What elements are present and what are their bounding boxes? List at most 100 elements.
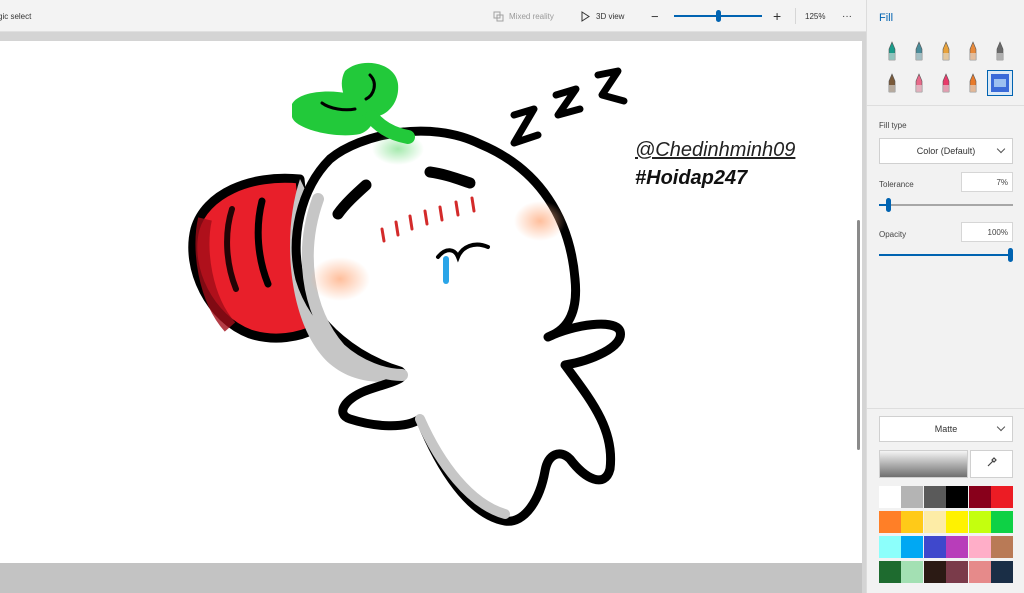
crayon-icon: [942, 73, 950, 93]
watermark-handle: @Chedinhminh09: [635, 139, 796, 161]
zoom-level-label: 125%: [805, 11, 826, 21]
tolerance-label: Tolerance: [879, 180, 914, 189]
color-swatch[interactable]: [968, 511, 991, 533]
color-swatch[interactable]: [946, 536, 969, 558]
zoom-level[interactable]: 125%: [805, 0, 825, 32]
brush-pencil[interactable]: [879, 70, 905, 96]
color-swatch[interactable]: [923, 536, 946, 558]
tolerance-input[interactable]: 7%: [961, 172, 1013, 192]
brush-crayon[interactable]: [933, 70, 959, 96]
chevron-down-icon: [996, 422, 1006, 432]
color-swatch[interactable]: [968, 486, 991, 508]
pen-icon: [915, 41, 923, 61]
blush-left: [310, 257, 370, 301]
opacity-slider[interactable]: [879, 248, 1013, 262]
fill-bucket-icon: [991, 74, 1009, 92]
color-swatch[interactable]: [923, 561, 946, 583]
mixed-reality-button[interactable]: Mixed reality: [493, 0, 554, 32]
zoom-in-button[interactable]: +: [773, 0, 781, 32]
color-swatch[interactable]: [968, 536, 991, 558]
pixel-pen-icon: [996, 41, 1004, 61]
vertical-scrollbar[interactable]: [857, 220, 860, 450]
color-swatch[interactable]: [991, 561, 1013, 583]
opacity-value: 100%: [987, 227, 1008, 237]
eraser-icon: [915, 73, 923, 93]
color-swatch[interactable]: [879, 511, 901, 533]
zoom-slider[interactable]: [674, 10, 762, 22]
canvas-area: @Chedinhminh09 #Hoidap247: [0, 32, 866, 593]
opacity-slider-fill: [879, 254, 1013, 256]
tolerance-value: 7%: [996, 177, 1008, 187]
color-swatch[interactable]: [901, 561, 924, 583]
oil-brush-icon: [942, 41, 950, 61]
view-3d-icon: [580, 10, 591, 22]
color-swatch[interactable]: [879, 561, 901, 583]
brush-spray-can[interactable]: [960, 70, 986, 96]
panel-divider: [867, 105, 1024, 106]
color-preview[interactable]: [879, 450, 968, 478]
color-swatch[interactable]: [991, 511, 1013, 533]
top-toolbar: gic select Mixed reality 3D view − + 125…: [0, 0, 866, 32]
finish-dropdown[interactable]: Matte: [879, 416, 1013, 442]
mixed-reality-label: Mixed reality: [509, 11, 554, 21]
brush-oil-brush[interactable]: [933, 38, 959, 64]
opacity-input[interactable]: 100%: [961, 222, 1013, 242]
zoom-out-label: −: [651, 8, 659, 24]
more-options-icon: ···: [842, 10, 852, 22]
color-swatch[interactable]: [991, 486, 1013, 508]
brush-eraser[interactable]: [906, 70, 932, 96]
toolbar-divider: [795, 8, 796, 24]
brush-calligraphy-pen[interactable]: [879, 38, 905, 64]
eyedropper-button[interactable]: [970, 450, 1013, 478]
ghost-body: [291, 126, 625, 526]
color-swatch[interactable]: [946, 511, 969, 533]
magic-select-label: gic select: [0, 11, 32, 21]
canvas-bottom-margin: [0, 563, 862, 593]
zoom-out-button[interactable]: −: [651, 0, 659, 32]
calligraphy-pen-icon: [888, 41, 896, 61]
brush-pixel-pen[interactable]: [987, 38, 1013, 64]
color-swatch[interactable]: [879, 536, 901, 558]
color-swatch[interactable]: [923, 486, 946, 508]
pencil-icon: [888, 73, 896, 93]
color-swatch[interactable]: [879, 486, 901, 508]
color-swatch[interactable]: [968, 561, 991, 583]
watermark-hashtag: #Hoidap247: [635, 167, 748, 189]
panel-title: Fill: [879, 12, 894, 24]
panel-divider-2: [867, 408, 1024, 409]
color-swatch[interactable]: [901, 536, 924, 558]
drawing-canvas[interactable]: @Chedinhminh09 #Hoidap247: [0, 41, 862, 563]
eyedropper-icon: [986, 455, 998, 473]
brush-watercolor[interactable]: [960, 38, 986, 64]
blush-right: [514, 201, 566, 241]
zoom-in-label: +: [773, 8, 782, 24]
brush-pen[interactable]: [906, 38, 932, 64]
color-swatch[interactable]: [946, 561, 969, 583]
opacity-label: Opacity: [879, 230, 907, 239]
color-swatch[interactable]: [923, 511, 946, 533]
view-3d-button[interactable]: 3D view: [580, 0, 624, 32]
color-swatch[interactable]: [991, 536, 1013, 558]
watercolor-icon: [969, 41, 977, 61]
color-swatch[interactable]: [946, 486, 969, 508]
spray-can-icon: [969, 73, 977, 93]
brush-fill-bucket[interactable]: [987, 70, 1013, 96]
color-swatch[interactable]: [901, 486, 924, 508]
opacity-slider-thumb[interactable]: [1008, 248, 1013, 262]
tolerance-slider[interactable]: [879, 198, 1013, 212]
view-3d-label: 3D view: [596, 11, 625, 21]
finish-value: Matte: [934, 424, 958, 434]
color-swatch[interactable]: [901, 511, 924, 533]
fill-type-label: Fill type: [879, 121, 907, 130]
magic-select-button[interactable]: gic select: [0, 0, 31, 32]
chevron-down-icon: [996, 144, 1006, 154]
mixed-reality-icon: [493, 11, 504, 22]
tolerance-slider-thumb[interactable]: [886, 198, 892, 212]
fill-type-value: Color (Default): [916, 146, 976, 156]
more-options-button[interactable]: ···: [842, 0, 852, 32]
sleep-zzz: [510, 67, 628, 147]
sleeping-ghost-drawing: [188, 62, 628, 526]
zoom-slider-thumb[interactable]: [716, 10, 721, 22]
fill-type-dropdown[interactable]: Color (Default): [879, 138, 1013, 164]
fill-panel: Fill Fill type Color (Default) Tolerance…: [866, 0, 1024, 593]
